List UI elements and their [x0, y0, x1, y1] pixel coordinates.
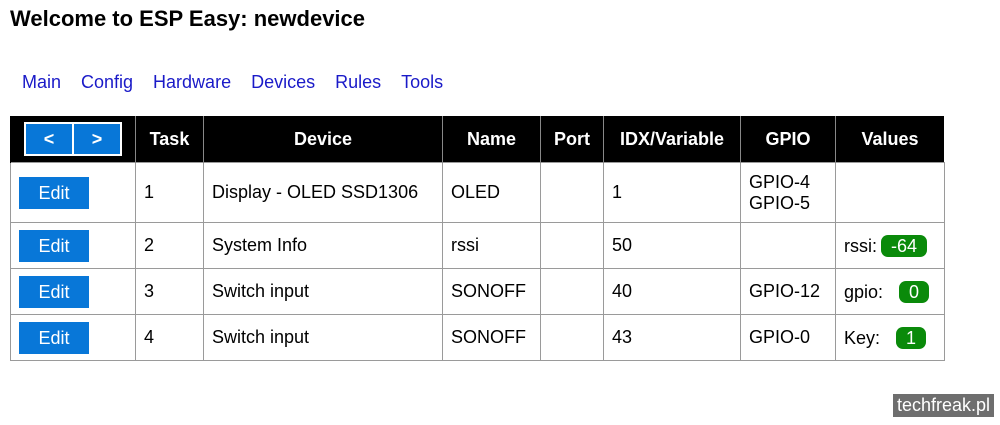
nav-config[interactable]: Config [71, 72, 143, 93]
edit-button[interactable]: Edit [19, 321, 89, 354]
header-gpio: GPIO [740, 116, 836, 163]
value-label: rssi: [844, 235, 877, 256]
gpio-line: GPIO-4 [749, 171, 811, 192]
value-badge: 1 [896, 326, 927, 349]
task-cell: 1 [135, 162, 204, 223]
pager-header: < > [10, 116, 136, 163]
edit-cell: Edit [10, 162, 136, 223]
edit-button[interactable]: Edit [19, 176, 89, 209]
name-cell: SONOFF [442, 314, 541, 361]
value-badge: -64 [881, 234, 928, 257]
nav-rules[interactable]: Rules [325, 72, 391, 93]
name-cell: OLED [442, 162, 541, 223]
edit-cell: Edit [10, 222, 136, 269]
header-name: Name [442, 116, 541, 163]
page-title: Welcome to ESP Easy: newdevice [10, 6, 366, 31]
table-row: Edit 3 Switch input SONOFF 40 GPIO-12 gp… [10, 268, 945, 315]
value-label: Key: [844, 327, 881, 348]
edit-cell: Edit [10, 314, 136, 361]
nav-hardware[interactable]: Hardware [143, 72, 241, 93]
gpio-cell: GPIO-12 [740, 268, 836, 315]
esp-easy-page: Welcome to ESP Easy: newdevice Main Conf… [0, 0, 1000, 425]
header-port: Port [540, 116, 604, 163]
devices-table: < > Task Device Name Port IDX/Variable G… [10, 116, 945, 361]
port-cell [540, 162, 604, 223]
device-cell: System Info [203, 222, 443, 269]
gpio-cell: GPIO-0 [740, 314, 836, 361]
table-row: Edit 2 System Info rssi 50 rssi: -64 [10, 222, 945, 269]
task-cell: 4 [135, 314, 204, 361]
edit-cell: Edit [10, 268, 136, 315]
values-cell: gpio: 0 [835, 268, 945, 315]
values-cell: rssi: -64 [835, 222, 945, 269]
port-cell [540, 222, 604, 269]
header-idx-variable: IDX/Variable [603, 116, 741, 163]
nav-main[interactable]: Main [12, 72, 71, 93]
idx-cell: 1 [603, 162, 741, 223]
header-device: Device [203, 116, 443, 163]
name-cell: rssi [442, 222, 541, 269]
gpio-cell: GPIO-4 GPIO-5 [740, 162, 836, 223]
gpio-cell [740, 222, 836, 269]
values-cell: Key: 1 [835, 314, 945, 361]
nav-tools[interactable]: Tools [391, 72, 453, 93]
values-cell [835, 162, 945, 223]
value-label: gpio: [844, 281, 884, 302]
value-badge: 0 [899, 280, 930, 303]
watermark: techfreak.pl [892, 394, 994, 417]
table-row: Edit 4 Switch input SONOFF 43 GPIO-0 Key… [10, 314, 945, 361]
device-cell: Switch input [203, 314, 443, 361]
table-row: Edit 1 Display - OLED SSD1306 OLED 1 GPI… [10, 162, 945, 223]
pager: < > [24, 122, 122, 156]
task-cell: 2 [135, 222, 204, 269]
edit-button[interactable]: Edit [19, 229, 89, 262]
device-cell: Display - OLED SSD1306 [203, 162, 443, 223]
gpio-line: GPIO-5 [749, 192, 811, 213]
port-cell [540, 268, 604, 315]
idx-cell: 50 [603, 222, 741, 269]
next-page-button[interactable]: > [74, 124, 120, 154]
device-cell: Switch input [203, 268, 443, 315]
header-task: Task [135, 116, 204, 163]
port-cell [540, 314, 604, 361]
idx-cell: 40 [603, 268, 741, 315]
nav-devices[interactable]: Devices [241, 72, 325, 93]
gpio-line: GPIO-0 [749, 327, 811, 347]
gpio-line: GPIO-12 [749, 281, 821, 301]
main-nav: Main Config Hardware Devices Rules Tools [12, 72, 453, 93]
name-cell: SONOFF [442, 268, 541, 315]
prev-page-button[interactable]: < [26, 124, 72, 154]
table-header-row: < > Task Device Name Port IDX/Variable G… [10, 116, 944, 163]
header-values: Values [835, 116, 944, 163]
edit-button[interactable]: Edit [19, 275, 89, 308]
task-cell: 3 [135, 268, 204, 315]
idx-cell: 43 [603, 314, 741, 361]
